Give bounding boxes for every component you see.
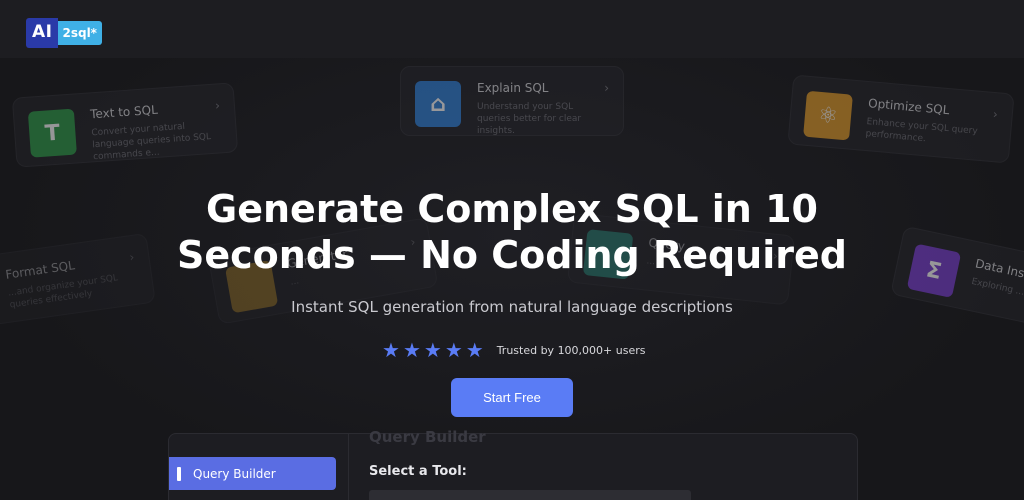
panel-sidebar: Query Builder <box>169 434 349 500</box>
card-desc: Enhance your SQL query performance. <box>865 117 979 145</box>
card-optimize-sql[interactable]: ⚛ Optimize SQL Enhance your SQL query pe… <box>787 74 1015 164</box>
card-title: Optimize SQL <box>867 96 950 118</box>
app-preview-panel: Query Builder Query Builder Select a Too… <box>168 428 858 500</box>
top-navbar: AI 2sql* <box>0 0 1024 58</box>
sigma-icon: Σ <box>906 243 962 299</box>
star-icon: ★ <box>423 338 442 362</box>
logo-ai-text: AI <box>26 18 59 48</box>
hero-title-line1: Generate Complex SQL in 10 <box>206 187 818 231</box>
query-builder-button[interactable]: Query Builder <box>169 457 336 490</box>
card-text-to-sql[interactable]: T Text to SQL Convert your natural langu… <box>11 82 239 168</box>
rating: ★ ★ ★ ★ ★ Trusted by 100,000+ users <box>382 340 646 360</box>
rating-text: Trusted by 100,000+ users <box>496 343 646 357</box>
hero-title: Generate Complex SQL in 10 Seconds — No … <box>112 186 912 278</box>
card-explain-sql[interactable]: ⌂ Explain SQL Understand your SQL querie… <box>400 66 624 136</box>
query-builder-label: Query Builder <box>193 466 276 481</box>
chevron-right-icon: › <box>214 98 221 113</box>
star-icon: ★ <box>382 338 400 362</box>
card-desc: Convert your natural language queries in… <box>91 121 212 163</box>
logo-2sql-text: 2sql* <box>58 21 102 45</box>
panel-ghost-heading: Query Builder <box>369 428 486 446</box>
start-free-button[interactable]: Start Free <box>451 378 573 417</box>
chevron-right-icon: › <box>992 107 999 122</box>
text-icon: T <box>27 108 77 158</box>
star-icon: ★ <box>465 338 484 362</box>
tool-select[interactable] <box>369 490 691 500</box>
hero-subtitle: Instant SQL generation from natural lang… <box>291 298 733 316</box>
card-desc: Exploring ... analysis for ... <box>970 276 1024 312</box>
logo[interactable]: AI 2sql* <box>26 18 102 48</box>
brush-icon: ⌂ <box>415 81 461 127</box>
card-title: Explain SQL <box>477 81 549 95</box>
card-desc: Understand your SQL queries better for c… <box>477 102 582 136</box>
select-tool-label: Select a Tool: <box>369 464 467 479</box>
hero-title-line2: Seconds — No Coding Required <box>177 233 847 277</box>
star-icon: ★ <box>444 338 463 362</box>
card-title: Text to SQL <box>89 102 159 122</box>
chevron-right-icon: › <box>604 81 609 95</box>
star-icon: ★ <box>402 338 421 362</box>
query-builder-icon <box>177 466 181 481</box>
atom-icon: ⚛ <box>803 90 853 141</box>
card-title: Format SQL <box>4 258 76 282</box>
